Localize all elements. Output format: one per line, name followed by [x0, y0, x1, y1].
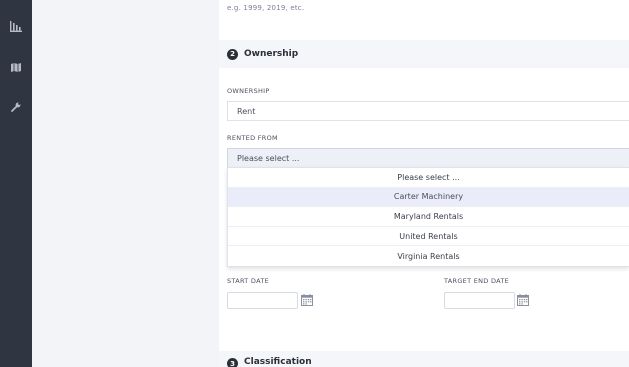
ownership-value: Rent	[237, 106, 256, 116]
ownership-label: OWNERSHIP	[227, 87, 270, 95]
map-icon[interactable]	[8, 59, 24, 75]
start-date-input[interactable]	[227, 292, 298, 309]
classification-section-header: 3 Classification	[219, 351, 629, 367]
target-end-date-input[interactable]	[444, 292, 515, 309]
calendar-icon[interactable]	[301, 294, 313, 306]
start-date-label: START DATE	[227, 277, 270, 285]
dropdown-option-please-select[interactable]: Please select ...	[228, 168, 629, 188]
rented-from-value: Please select ...	[237, 153, 300, 163]
rented-from-select[interactable]: Please select ...	[227, 148, 629, 168]
year-hint: e.g. 1999, 2019, etc.	[227, 4, 305, 12]
wrench-icon[interactable]	[8, 99, 24, 115]
dropdown-option-virginia-rentals[interactable]: Virginia Rentals	[228, 246, 629, 266]
calendar-icon[interactable]	[517, 294, 529, 306]
section-title: Ownership	[244, 49, 299, 59]
bar-chart-icon[interactable]	[8, 18, 24, 34]
section-number-badge: 2	[227, 48, 238, 60]
rented-from-label: RENTED FROM	[227, 134, 278, 142]
section-title: Classification	[244, 357, 312, 367]
section-number-badge: 3	[227, 358, 238, 367]
rented-from-dropdown: Please select ... Carter Machinery Maryl…	[227, 167, 629, 267]
target-end-date-label: TARGET END DATE	[444, 277, 510, 285]
dropdown-option-maryland-rentals[interactable]: Maryland Rentals	[228, 207, 629, 227]
ownership-section-header: 2 Ownership	[219, 40, 629, 68]
ownership-select[interactable]: Rent	[227, 101, 629, 121]
dropdown-option-carter-machinery[interactable]: Carter Machinery	[228, 187, 629, 208]
sidebar	[0, 0, 32, 367]
dropdown-option-united-rentals[interactable]: United Rentals	[228, 227, 629, 247]
